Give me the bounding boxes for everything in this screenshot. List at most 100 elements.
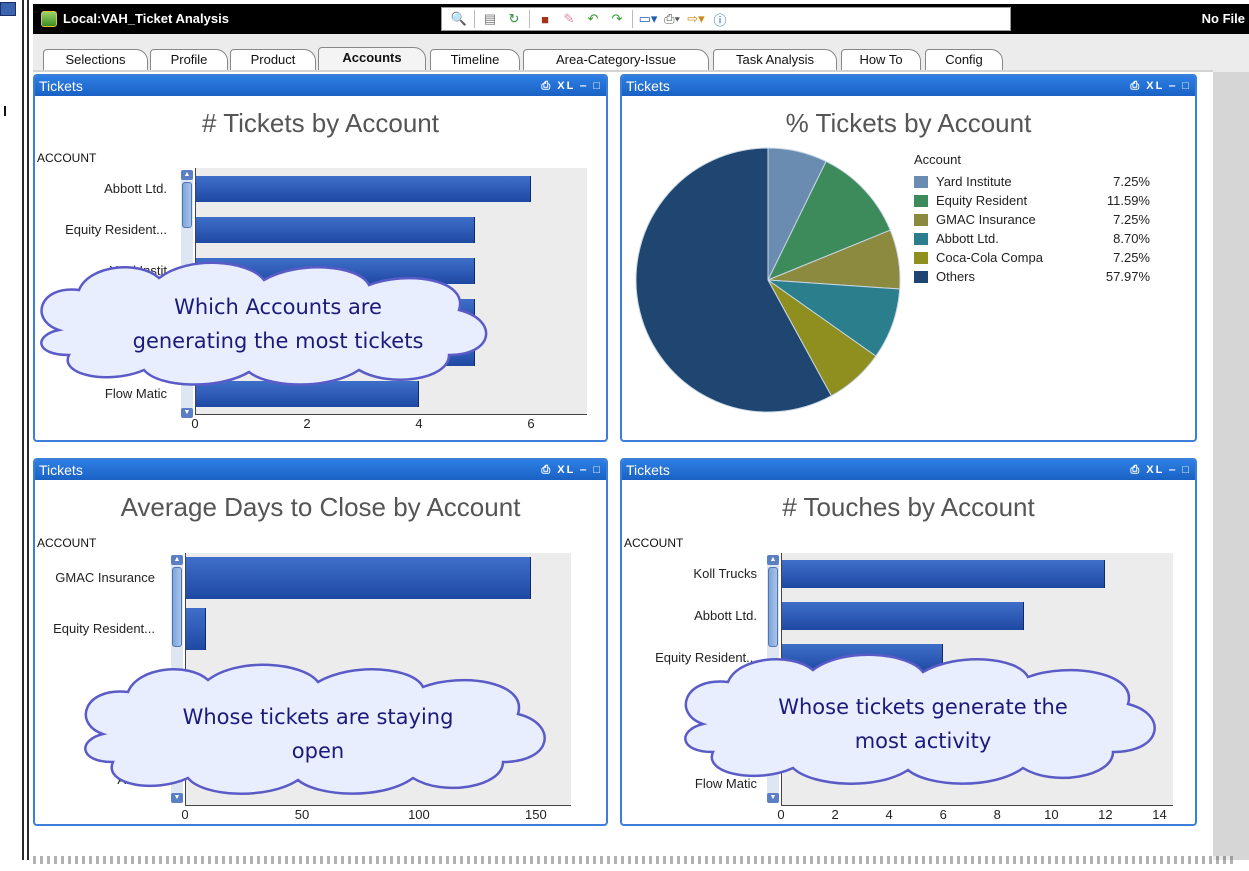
- panel-header-title: Tickets: [39, 78, 83, 94]
- legend-swatch: [914, 176, 928, 188]
- search-icon[interactable]: 🔍: [450, 10, 468, 28]
- category-label[interactable]: Abbott Ltd.: [35, 181, 167, 196]
- legend-swatch: [914, 195, 928, 207]
- divider: [22, 0, 24, 860]
- callout-text-2: Whose tickets are staying open: [113, 700, 523, 768]
- callout-text-3: Whose tickets generate the most activity: [713, 690, 1133, 758]
- panel-header: Tickets ⎙ XL ‒ □: [622, 460, 1195, 480]
- scroll-thumb[interactable]: [182, 182, 192, 228]
- torn-edge: [33, 856, 1233, 864]
- pie-legend: Account Yard Institute 7.25% Equity Reside…: [914, 152, 1150, 287]
- tab-accounts[interactable]: Accounts: [318, 47, 426, 71]
- legend-label: Coca-Cola Compa: [936, 250, 1043, 265]
- bar[interactable]: [781, 560, 1106, 588]
- tab-selections[interactable]: Selections: [43, 49, 148, 71]
- legend-value: 7.25%: [1113, 250, 1150, 265]
- category-label[interactable]: Equity Resident...: [35, 222, 167, 237]
- bar[interactable]: [781, 602, 1025, 630]
- panel-header-title: Tickets: [626, 78, 670, 94]
- bar[interactable]: [195, 216, 475, 243]
- x-tick-label: 0: [191, 416, 199, 431]
- scroll-thumb[interactable]: [768, 567, 778, 647]
- callout-line: Whose tickets are staying: [182, 705, 454, 729]
- category-label[interactable]: Abbott Ltd.: [622, 608, 757, 623]
- scroll-down-icon[interactable]: ▼: [767, 793, 779, 803]
- help-icon[interactable]: ⓘ: [711, 10, 729, 28]
- left-strip: [0, 0, 33, 871]
- toolbar: 🔍 ▤ ↻ ■ ✎ ↶ ↷ ▭▾ ⎙▾ ⇨▾ ⓘ: [441, 7, 1011, 31]
- legend-entry[interactable]: GMAC Insurance 7.25%: [914, 211, 1150, 230]
- x-tick-label: 150: [525, 807, 547, 822]
- scroll-up-icon[interactable]: ▲: [767, 555, 779, 565]
- screen-icon[interactable]: ▭▾: [639, 10, 658, 28]
- export-icon[interactable]: ⇨▾: [687, 10, 705, 28]
- save-icon[interactable]: ▤: [481, 10, 499, 28]
- legend-entry[interactable]: Yard Institute 7.25%: [914, 173, 1150, 192]
- panel-controls[interactable]: ⎙ XL ‒ □: [541, 76, 602, 96]
- tab-timeline[interactable]: Timeline: [430, 49, 520, 71]
- panel-controls[interactable]: ⎙ XL ‒ □: [1130, 76, 1191, 96]
- app-window: Local:VAH_Ticket Analysis 🔍 ▤ ↻ ■ ✎ ↶ ↷ …: [0, 0, 1249, 871]
- legend-swatch: [914, 233, 928, 245]
- legend-value: 11.59%: [1106, 193, 1150, 208]
- legend-title: Account: [914, 152, 961, 167]
- legend-value: 7.25%: [1113, 174, 1150, 189]
- panel-controls[interactable]: ⎙ XL ‒ □: [541, 460, 602, 480]
- scroll-up-icon[interactable]: ▲: [181, 170, 193, 180]
- tab-area-category-issue[interactable]: Area-Category-Issue: [523, 49, 709, 71]
- back-icon[interactable]: ↶: [584, 10, 602, 28]
- bookmark-icon[interactable]: ■: [536, 10, 554, 28]
- x-axis-line: [195, 414, 587, 415]
- forward-icon[interactable]: ↷: [608, 10, 626, 28]
- bar[interactable]: [185, 607, 207, 650]
- tab-how-to[interactable]: How To: [841, 49, 921, 71]
- reload-icon[interactable]: ↻: [505, 10, 523, 28]
- legend-label: Equity Resident: [936, 193, 1028, 208]
- panel-pct-by-account: Tickets ⎙ XL ‒ □ % Tickets by Account Ac…: [620, 74, 1197, 442]
- panel-controls[interactable]: ⎙ XL ‒ □: [1130, 460, 1191, 480]
- legend-value: 8.70%: [1113, 231, 1150, 246]
- scroll-thumb[interactable]: [172, 567, 182, 647]
- dimension-label: ACCOUNT: [624, 536, 684, 550]
- tab-profile[interactable]: Profile: [150, 49, 228, 71]
- x-axis-line: [185, 805, 571, 806]
- x-tick-label: 100: [408, 807, 430, 822]
- callout-line: most activity: [854, 729, 992, 753]
- scroll-up-icon[interactable]: ▲: [171, 555, 183, 565]
- panel-header: Tickets ⎙ XL ‒ □: [35, 460, 606, 480]
- x-tick-label: 4: [415, 416, 423, 431]
- legend-swatch: [914, 252, 928, 264]
- eraser-icon[interactable]: ✎: [560, 10, 578, 28]
- x-axis-line: [781, 805, 1173, 806]
- legend-label: Abbott Ltd.: [936, 231, 999, 246]
- x-tick-label: 6: [527, 416, 535, 431]
- callout-line: Which Accounts are: [174, 295, 382, 319]
- x-tick-label: 8: [993, 807, 1001, 822]
- bar[interactable]: [195, 175, 531, 202]
- callout-text-1: Which Accounts are generating the most t…: [73, 290, 483, 358]
- legend-entry[interactable]: Abbott Ltd. 8.70%: [914, 230, 1150, 249]
- divider: [4, 106, 8, 116]
- tab-task-analysis[interactable]: Task Analysis: [713, 49, 837, 71]
- bar[interactable]: [185, 557, 532, 600]
- category-label[interactable]: Equity Resident...: [35, 621, 155, 636]
- x-tick-label: 10: [1044, 807, 1059, 822]
- file-status: No File: [1201, 11, 1245, 26]
- category-label[interactable]: Koll Trucks: [622, 566, 757, 581]
- legend-label: Yard Institute: [936, 174, 1012, 189]
- legend-entry[interactable]: Others 57.97%: [914, 268, 1150, 287]
- x-tick-label: 0: [181, 807, 189, 822]
- panel-header-title: Tickets: [39, 462, 83, 478]
- tab-product[interactable]: Product: [230, 49, 316, 71]
- chart-title: # Tickets by Account: [201, 108, 439, 138]
- legend-entry[interactable]: Coca-Cola Compa 7.25%: [914, 249, 1150, 268]
- legend-swatch: [914, 271, 928, 283]
- tab-config[interactable]: Config: [925, 49, 1003, 71]
- print-icon[interactable]: ⎙▾: [663, 10, 681, 28]
- title-bar: Local:VAH_Ticket Analysis 🔍 ▤ ↻ ■ ✎ ↶ ↷ …: [33, 4, 1249, 34]
- legend-entry[interactable]: Equity Resident 11.59%: [914, 192, 1150, 211]
- window-icon[interactable]: [0, 2, 16, 16]
- category-label[interactable]: GMAC Insurance: [35, 570, 155, 585]
- chart-title: Average Days to Close by Account: [120, 492, 521, 522]
- chart-title: # Touches by Account: [782, 492, 1035, 522]
